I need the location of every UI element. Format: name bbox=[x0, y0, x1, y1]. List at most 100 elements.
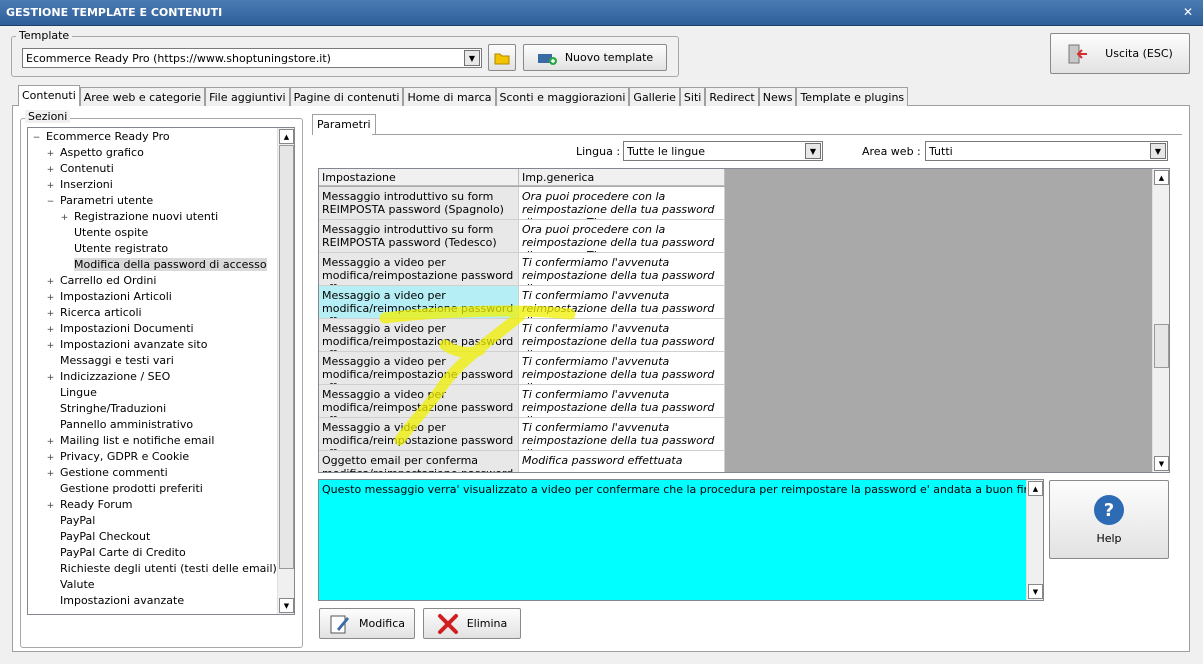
scroll-up-icon[interactable]: ▲ bbox=[1028, 481, 1043, 496]
tree-item[interactable]: − Ecommerce Ready Pro bbox=[32, 129, 170, 145]
tab-file-aggiuntivi[interactable]: File aggiuntivi bbox=[205, 87, 290, 106]
tab-parametri[interactable]: Parametri bbox=[312, 114, 376, 135]
table-row[interactable]: Messaggio a video per modifica/reimposta… bbox=[319, 418, 725, 451]
sections-tree[interactable]: Impostazioni avanzate Valute Richieste deg… bbox=[27, 127, 295, 615]
chevron-down-icon[interactable]: ▼ bbox=[464, 50, 480, 66]
expand-toggle-icon[interactable]: + bbox=[46, 470, 55, 479]
tree-item[interactable]: Utente registrato bbox=[60, 241, 168, 257]
table-row[interactable]: Messaggio a video per modifica/reimposta… bbox=[319, 385, 725, 418]
expand-toggle-icon[interactable]: + bbox=[46, 150, 55, 159]
grid-scrollbar[interactable]: ▲ ▼ bbox=[1152, 169, 1169, 472]
tree-item[interactable]: − Parametri utente bbox=[46, 193, 153, 209]
expand-toggle-icon[interactable]: + bbox=[46, 438, 55, 447]
chevron-down-icon[interactable]: ▼ bbox=[1150, 143, 1166, 159]
expand-toggle-icon[interactable]: + bbox=[46, 166, 55, 175]
tree-item[interactable]: + Indicizzazione / SEO bbox=[46, 369, 171, 385]
expand-toggle-icon[interactable]: + bbox=[46, 374, 55, 383]
table-row[interactable]: Oggetto email per conferma modifica/reim… bbox=[319, 451, 725, 472]
tree-item[interactable]: Lingue bbox=[46, 385, 97, 401]
expand-toggle-icon[interactable]: − bbox=[32, 134, 41, 143]
cell-impostazione[interactable]: Messaggio a video per modifica/reimposta… bbox=[319, 385, 519, 418]
help-button[interactable]: ? Help bbox=[1049, 480, 1169, 559]
tree-item[interactable]: + Impostazioni avanzate sito bbox=[46, 337, 208, 353]
tab-news[interactable]: News bbox=[758, 87, 797, 106]
col-header-impostazione[interactable]: Impostazione bbox=[319, 169, 519, 186]
tab-home-marca[interactable]: Home di marca bbox=[403, 87, 496, 106]
tree-item[interactable]: Messaggi e testi vari bbox=[46, 353, 174, 369]
cell-generica[interactable]: Ora puoi procedere con la reimpostazione… bbox=[519, 187, 725, 220]
cell-generica[interactable]: Ti confermiamo l'avvenuta reimpostazione… bbox=[519, 319, 725, 352]
expand-toggle-icon[interactable]: + bbox=[60, 214, 69, 223]
tree-item[interactable]: + Mailing list e notifiche email bbox=[46, 433, 215, 449]
tab-gallerie[interactable]: Gallerie bbox=[629, 87, 680, 106]
cell-impostazione[interactable]: Messaggio a video per modifica/reimposta… bbox=[319, 352, 519, 385]
grid-scroll-thumb[interactable] bbox=[1154, 324, 1169, 368]
tree-item[interactable]: + Aspetto grafico bbox=[46, 145, 144, 161]
tree-item[interactable]: Pannello amministrativo bbox=[46, 417, 193, 433]
tree-scrollbar[interactable]: ▲ ▼ bbox=[277, 128, 294, 614]
new-template-button[interactable]: Nuovo template bbox=[523, 44, 667, 71]
exit-button[interactable]: Uscita (ESC) bbox=[1050, 33, 1190, 74]
modifica-button[interactable]: Modifica bbox=[319, 608, 415, 639]
cell-generica[interactable]: Ti confermiamo l'avvenuta reimpostazione… bbox=[519, 418, 725, 451]
scroll-down-icon[interactable]: ▼ bbox=[279, 598, 294, 613]
tree-item[interactable]: + Impostazioni Articoli bbox=[46, 289, 172, 305]
expand-toggle-icon[interactable]: + bbox=[46, 294, 55, 303]
area-select[interactable]: Tutti ▼ bbox=[925, 141, 1168, 161]
tab-siti[interactable]: Siti bbox=[679, 87, 706, 106]
tree-item[interactable]: + Contenuti bbox=[46, 161, 114, 177]
cell-impostazione[interactable]: Oggetto email per conferma modifica/reim… bbox=[319, 451, 519, 472]
cell-impostazione[interactable]: Messaggio a video per modifica/reimposta… bbox=[319, 286, 519, 319]
table-row[interactable]: Messaggio introduttivo su form REIMPOSTA… bbox=[319, 220, 725, 253]
template-select[interactable]: Ecommerce Ready Pro (https://www.shoptun… bbox=[22, 48, 482, 68]
expand-toggle-icon[interactable]: + bbox=[46, 454, 55, 463]
table-row[interactable]: Messaggio introduttivo su form REIMPOSTA… bbox=[319, 187, 725, 220]
tree-item[interactable]: Impostazioni avanzate bbox=[46, 593, 184, 609]
expand-toggle-icon[interactable]: + bbox=[46, 326, 55, 335]
tree-item[interactable]: Richieste degli utenti (testi delle emai… bbox=[46, 561, 277, 577]
cell-impostazione[interactable]: Messaggio a video per modifica/reimposta… bbox=[319, 418, 519, 451]
table-row[interactable]: Messaggio a video per modifica/reimposta… bbox=[319, 253, 725, 286]
col-header-generica[interactable]: Imp.generica bbox=[519, 169, 725, 186]
cell-impostazione[interactable]: Messaggio introduttivo su form REIMPOSTA… bbox=[319, 187, 519, 220]
tree-item[interactable]: + Registrazione nuovi utenti bbox=[60, 209, 218, 225]
tree-item[interactable]: Utente ospite bbox=[60, 225, 148, 241]
table-row[interactable]: Messaggio a video per modifica/reimposta… bbox=[319, 319, 725, 352]
expand-toggle-icon[interactable]: + bbox=[46, 182, 55, 191]
open-folder-button[interactable] bbox=[488, 44, 516, 71]
tree-item[interactable]: Stringhe/Traduzioni bbox=[46, 401, 166, 417]
cell-impostazione[interactable]: Messaggio a video per modifica/reimposta… bbox=[319, 253, 519, 286]
tree-item[interactable]: + Inserzioni bbox=[46, 177, 113, 193]
tab-sconti[interactable]: Sconti e maggiorazioni bbox=[495, 87, 630, 106]
scroll-down-icon[interactable]: ▼ bbox=[1028, 584, 1043, 599]
tree-item[interactable]: + Privacy, GDPR e Cookie bbox=[46, 449, 189, 465]
scroll-up-icon[interactable]: ▲ bbox=[279, 129, 294, 144]
chevron-down-icon[interactable]: ▼ bbox=[805, 143, 821, 159]
tree-scroll-thumb[interactable] bbox=[279, 145, 294, 569]
params-grid[interactable]: Impostazione Imp.generica ▲ ▼ Messaggio … bbox=[318, 168, 1170, 473]
tree-item[interactable]: Modifica della password di accesso bbox=[60, 257, 267, 273]
tree-item[interactable]: PayPal Carte di Credito bbox=[46, 545, 186, 561]
cell-generica[interactable]: Ora puoi procedere con la reimpostazione… bbox=[519, 220, 725, 253]
tab-aree-web[interactable]: Aree web e categorie bbox=[79, 87, 206, 106]
tree-item[interactable]: + Ricerca articoli bbox=[46, 305, 142, 321]
table-row[interactable]: Messaggio a video per modifica/reimposta… bbox=[319, 352, 725, 385]
cell-generica[interactable]: Ti confermiamo l'avvenuta reimpostazione… bbox=[519, 253, 725, 286]
cell-generica[interactable]: Ti confermiamo l'avvenuta reimpostazione… bbox=[519, 352, 725, 385]
cell-generica[interactable]: Ti confermiamo l'avvenuta reimpostazione… bbox=[519, 385, 725, 418]
expand-toggle-icon[interactable]: + bbox=[46, 278, 55, 287]
tree-item[interactable]: + Carrello ed Ordini bbox=[46, 273, 157, 289]
cell-impostazione[interactable]: Messaggio a video per modifica/reimposta… bbox=[319, 319, 519, 352]
elimina-button[interactable]: Elimina bbox=[423, 608, 521, 639]
tree-item[interactable]: + Gestione commenti bbox=[46, 465, 168, 481]
expand-toggle-icon[interactable]: + bbox=[46, 342, 55, 351]
tab-redirect[interactable]: Redirect bbox=[705, 87, 759, 106]
tab-contenuti[interactable]: Contenuti bbox=[18, 85, 80, 106]
expand-toggle-icon[interactable]: + bbox=[46, 502, 55, 511]
close-icon[interactable]: ✕ bbox=[1183, 5, 1193, 19]
tree-item[interactable]: PayPal bbox=[46, 513, 95, 529]
expand-toggle-icon[interactable]: + bbox=[46, 310, 55, 319]
tree-item[interactable]: + Impostazioni Documenti bbox=[46, 321, 194, 337]
cell-impostazione[interactable]: Messaggio introduttivo su form REIMPOSTA… bbox=[319, 220, 519, 253]
description-box[interactable]: Questo messaggio verra' visualizzato a v… bbox=[318, 479, 1044, 601]
